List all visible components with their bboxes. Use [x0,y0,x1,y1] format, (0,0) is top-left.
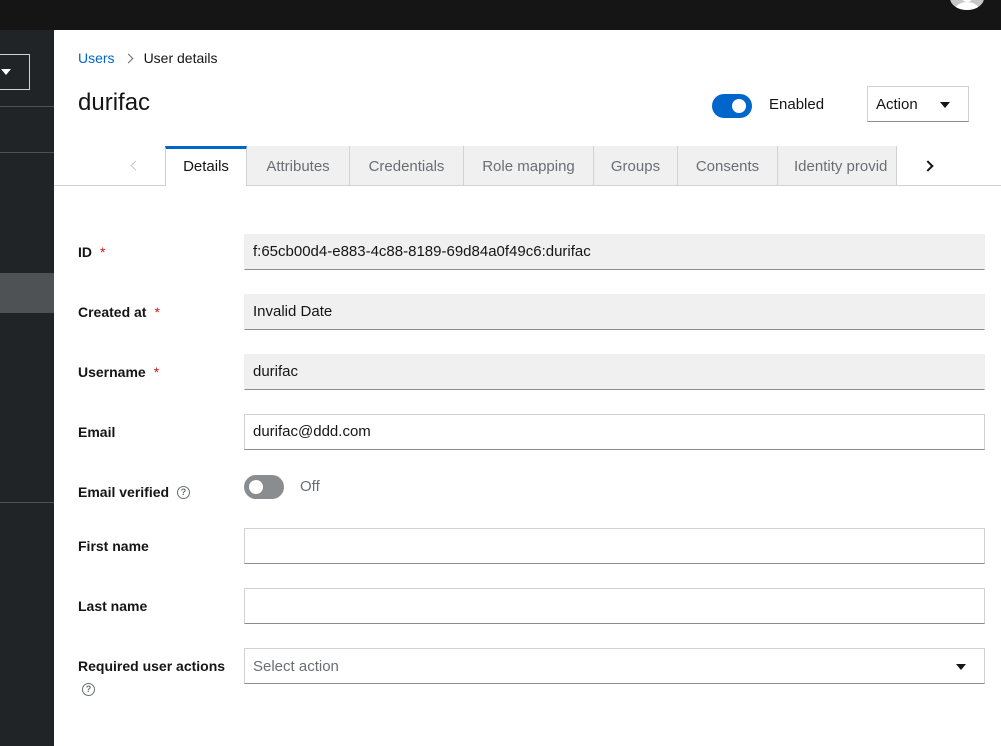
chevron-down-icon [1,69,11,75]
email-label: Email [78,424,115,440]
user-avatar[interactable] [950,0,984,10]
last-name-label: Last name [78,598,147,614]
action-dropdown[interactable]: Action [867,86,969,122]
enabled-label: Enabled [769,96,825,113]
tab-groups[interactable]: Groups [594,146,678,185]
tab-details[interactable]: Details [165,146,247,186]
sidebar-divider [0,152,54,153]
toggle-knob [249,480,263,494]
chevron-right-icon [123,53,134,63]
tab-consents[interactable]: Consents [678,146,778,185]
created-at-field[interactable]: Invalid Date [244,294,985,330]
caret-down-icon [940,102,950,108]
required-actions-select[interactable]: Select action [244,648,985,684]
caret-down-icon [956,664,966,670]
first-name-field[interactable] [244,528,985,564]
username-label-text: Username [78,364,146,380]
enabled-toggle[interactable] [712,94,752,118]
required-marker: * [154,304,160,320]
required-marker: * [153,364,160,380]
email-verified-toggle[interactable] [244,475,284,499]
email-verified-label: Email verified ? [78,484,191,500]
breadcrumb: Users User details [78,50,217,66]
scroll-right-icon[interactable] [920,157,940,175]
breadcrumb-users-link[interactable]: Users [78,50,115,66]
breadcrumb-current: User details [143,50,218,66]
help-icon[interactable]: ? [82,683,95,696]
tab-credentials[interactable]: Credentials [350,146,464,185]
scroll-left-icon[interactable] [124,157,144,175]
first-name-label-text: First name [78,538,149,554]
required-actions-label-text: Required user actions [78,658,226,674]
last-name-field[interactable] [244,588,985,624]
username-field[interactable]: durifac [244,354,985,390]
tab-identity-provider-links[interactable]: Identity provid [778,146,897,185]
created-at-label: Created at * [78,304,160,320]
realm-selector[interactable] [0,54,30,90]
username-label: Username * [78,364,159,380]
required-actions-placeholder: Select action [253,658,339,675]
email-verified-label-text: Email verified [78,484,170,500]
email-field[interactable]: durifac@ddd.com [244,414,985,450]
id-field[interactable]: f:65cb00d4-e883-4c88-8189-69d84a0f49c6:d… [244,234,985,270]
action-label: Action [876,96,918,113]
sidebar-item-users[interactable] [0,273,54,313]
id-label: ID * [78,244,105,260]
email-verified-state: Off [300,478,320,495]
tab-attributes[interactable]: Attributes [247,146,350,185]
help-icon[interactable]: ? [177,485,191,499]
id-label-text: ID [78,244,92,260]
created-at-label-text: Created at [78,304,147,320]
email-label-text: Email [78,424,116,440]
page-title: durifac [78,89,151,116]
tab-role-mapping[interactable]: Role mapping [464,146,594,185]
required-actions-label: Required user actions [78,658,225,674]
first-name-label: First name [78,538,149,554]
toggle-knob [732,99,746,113]
sidebar-divider [0,106,54,107]
sidebar [0,30,54,746]
tabs-bar: Details Attributes Credentials Role mapp… [54,145,1001,186]
masthead [0,0,1001,30]
sidebar-divider [0,502,54,503]
required-marker: * [100,244,106,260]
last-name-label-text: Last name [78,598,148,614]
